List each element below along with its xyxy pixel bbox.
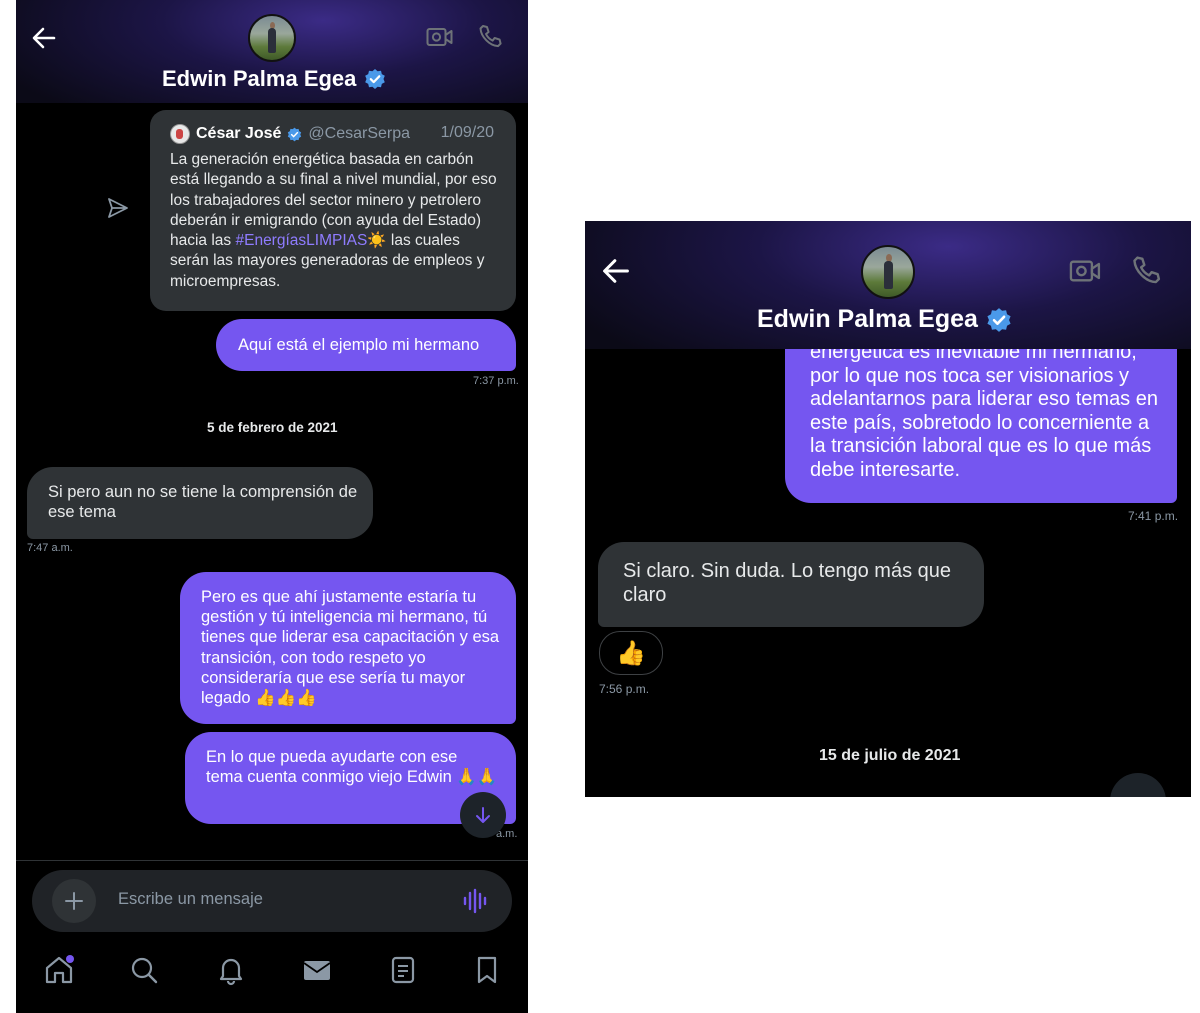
- page-title: Edwin Palma Egea: [162, 66, 386, 92]
- message-text: Si claro. Sin duda. Lo tengo más que cla…: [623, 560, 951, 606]
- quoted-tweet-card[interactable]: César José @CesarSerpa 1/09/20 La genera…: [150, 110, 516, 311]
- arrow-down-icon: [476, 807, 490, 823]
- left-dm-screen: Edwin Palma Egea César José @CesarSerpa: [16, 0, 528, 1013]
- avatar[interactable]: [861, 245, 915, 299]
- quoted-tweet-text: La generación energética basada en carbó…: [170, 150, 500, 292]
- video-camera-icon[interactable]: [1069, 257, 1102, 285]
- verified-badge-icon: [288, 127, 302, 141]
- share-dm-icon[interactable]: [106, 196, 130, 220]
- verified-badge-icon: [987, 307, 1011, 332]
- message-bubble-sent[interactable]: Pero es que ahí justamente estaría tu ge…: [180, 572, 516, 724]
- right-dm-screen: energética es inevitable mi hermano, por…: [585, 221, 1191, 797]
- message-bubble-sent[interactable]: Aquí está el ejemplo mi hermano: [216, 319, 516, 371]
- back-arrow-icon[interactable]: [600, 255, 632, 287]
- message-time: 7:37 p.m.: [473, 375, 519, 387]
- bottom-tab-bar: [16, 946, 528, 1013]
- message-text: energética es inevitable mi hermano, por…: [810, 341, 1158, 481]
- date-separator: 5 de febrero de 2021: [207, 420, 338, 435]
- message-text: Si pero aun no se tiene la comprensión d…: [48, 483, 358, 522]
- quoted-tweet-date: 1/09/20: [440, 124, 494, 141]
- contact-name: Edwin Palma Egea: [757, 305, 978, 333]
- scroll-to-bottom-button[interactable]: [1110, 773, 1166, 797]
- back-arrow-icon[interactable]: [30, 24, 58, 52]
- message-input[interactable]: Escribe un mensaje: [118, 890, 263, 909]
- phone-icon[interactable]: [476, 23, 504, 51]
- contact-name: Edwin Palma Egea: [162, 66, 357, 91]
- message-bubble-received[interactable]: Si claro. Sin duda. Lo tengo más que cla…: [598, 542, 984, 627]
- quoted-tweet-avatar: [170, 124, 190, 144]
- conversation-header: Edwin Palma Egea: [585, 221, 1191, 349]
- video-camera-icon[interactable]: [426, 25, 454, 49]
- search-icon[interactable]: [128, 954, 160, 986]
- conversation-header: Edwin Palma Egea: [16, 0, 528, 103]
- divider: [16, 860, 528, 861]
- reaction-emoji-message[interactable]: 👍: [599, 631, 663, 675]
- quoted-tweet-author: César José: [196, 125, 282, 142]
- voice-message-icon[interactable]: [462, 888, 488, 914]
- add-media-button[interactable]: [52, 879, 96, 923]
- verified-badge-icon: [365, 69, 386, 89]
- bell-icon[interactable]: [215, 954, 247, 986]
- message-text: En lo que pueda ayudarte con ese tema cu…: [206, 748, 498, 787]
- mail-icon[interactable]: [301, 954, 333, 986]
- page-title: Edwin Palma Egea: [757, 305, 1012, 334]
- hashtag-link[interactable]: #EnergíasLIMPIAS: [235, 232, 367, 249]
- message-composer[interactable]: Escribe un mensaje: [32, 870, 512, 932]
- thumbs-up-emoji: 👍: [616, 639, 646, 667]
- avatar[interactable]: [248, 14, 296, 62]
- message-text: Pero es que ahí justamente estaría tu ge…: [201, 588, 500, 708]
- message-bubble-received[interactable]: Si pero aun no se tiene la comprensión d…: [27, 467, 373, 539]
- notification-dot: [66, 955, 74, 963]
- message-text: Aquí está el ejemplo mi hermano: [238, 336, 480, 354]
- lists-icon[interactable]: [387, 954, 419, 986]
- quoted-tweet-header: César José @CesarSerpa: [170, 124, 410, 144]
- message-time: 7:56 p.m.: [599, 682, 650, 696]
- plus-icon: [65, 892, 83, 910]
- message-time: 7:41 p.m.: [1128, 509, 1179, 523]
- date-separator: 15 de julio de 2021: [819, 747, 961, 764]
- bookmark-icon[interactable]: [471, 954, 503, 986]
- phone-icon[interactable]: [1129, 254, 1163, 288]
- scroll-to-bottom-button[interactable]: [460, 792, 506, 838]
- message-time: 7:47 a.m.: [27, 542, 73, 554]
- quoted-tweet-handle: @CesarSerpa: [308, 125, 411, 142]
